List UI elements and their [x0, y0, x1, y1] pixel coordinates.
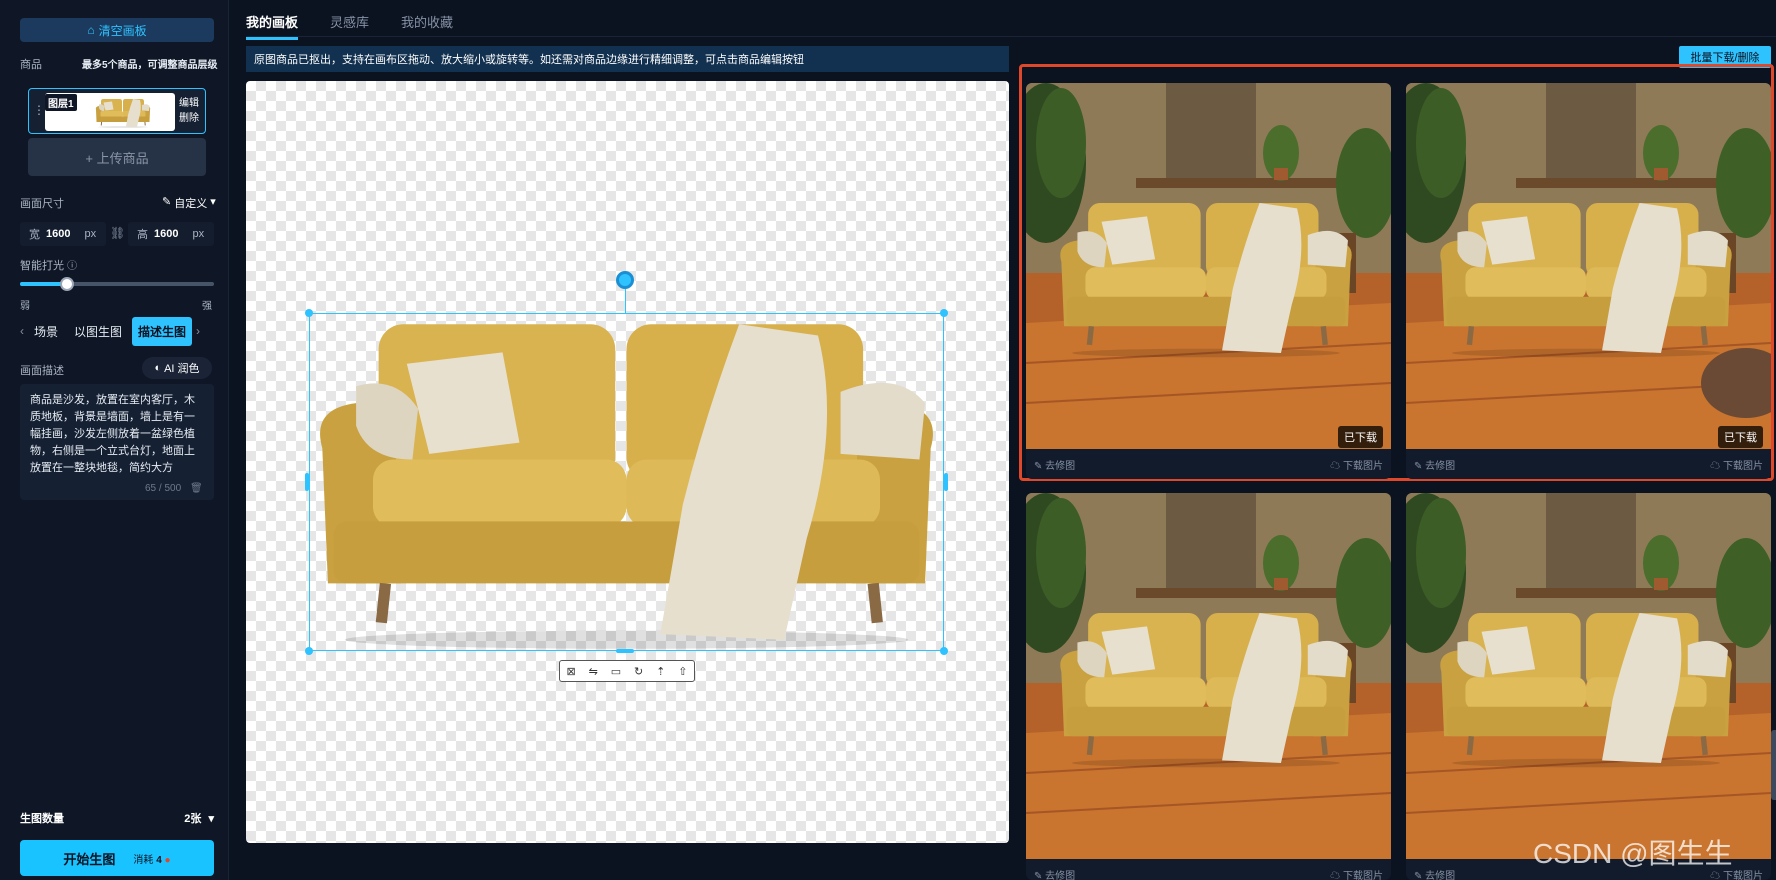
weak-label: 弱 — [20, 301, 30, 312]
description-count: 65 / 500 🗑 — [145, 483, 203, 494]
download-button[interactable]: ☁ 下载图片 — [1330, 457, 1383, 472]
edit-icon: ✎ — [1414, 870, 1426, 880]
retouch-button[interactable]: ✎ 去修图 — [1034, 457, 1075, 472]
description-label: 画面描述 — [20, 365, 64, 377]
delete-product-button[interactable]: 删除 — [179, 111, 199, 126]
resize-handle[interactable] — [305, 647, 313, 655]
chevron-left-icon[interactable]: ‹ — [20, 324, 24, 338]
edge-handle[interactable] — [616, 649, 634, 653]
resize-handle[interactable] — [940, 647, 948, 655]
downloaded-badge: 已下载 — [1718, 426, 1763, 448]
lighting-slider[interactable] — [20, 277, 214, 291]
height-field[interactable]: 高 1600 px — [128, 222, 214, 246]
chevron-down-icon: ▾ — [210, 196, 216, 208]
height-value[interactable]: 1600 — [154, 228, 178, 240]
palette-icon: ◐ — [154, 362, 162, 374]
result-card-3[interactable]: ✎ 去修图 ☁ 下载图片 — [1026, 493, 1391, 880]
trash-icon[interactable]: 🗑 — [190, 483, 203, 494]
edit-product-button[interactable]: 编辑 — [179, 96, 199, 111]
quantity-select[interactable]: 2张 ▾ — [184, 810, 214, 826]
edge-handle[interactable] — [944, 473, 948, 491]
object-toolbar: ⊠ ⇋ ▭ ↻ ⇡ ⇧ — [559, 660, 695, 682]
fit-icon[interactable]: ▭ — [611, 665, 621, 678]
slider-knob[interactable] — [59, 277, 74, 291]
download-button[interactable]: ☁ 下载图片 — [1330, 867, 1383, 880]
width-value[interactable]: 1600 — [46, 228, 70, 240]
width-field[interactable]: 宽 1600 px — [20, 222, 106, 246]
notice-bar: 原图商品已抠出，支持在画布区拖动、放大缩小或旋转等。如还需对商品边缘进行精细调整… — [246, 46, 1009, 72]
downloaded-badge: 已下载 — [1338, 426, 1383, 448]
custom-size-dropdown[interactable]: ✎ 自定义 ▾ — [162, 195, 216, 211]
rotate-handle-icon[interactable] — [616, 271, 634, 289]
download-button[interactable]: ☁ 下载图片 — [1710, 457, 1763, 472]
result-image[interactable] — [1026, 493, 1391, 859]
card-actions: ✎ 去修图 ☁ 下载图片 — [1406, 449, 1771, 479]
card-actions: ✎ 去修图 ☁ 下载图片 — [1026, 449, 1391, 479]
left-sidebar: ⌂ 清空画板 商品 最多5个商品，可调整商品层级 ⋮ 图层1 编辑 删除 + 上… — [0, 0, 229, 880]
ai-polish-button[interactable]: ◐ AI 润色 — [142, 357, 212, 379]
tabs-divider — [246, 36, 1776, 37]
card-actions: ✎ 去修图 ☁ 下载图片 — [1026, 859, 1391, 880]
upload-icon[interactable]: ⇧ — [678, 665, 687, 678]
cloud-download-icon: ☁ — [1330, 460, 1343, 472]
edge-handle[interactable] — [305, 473, 309, 491]
strong-label: 强 — [202, 301, 212, 312]
rotate-line — [625, 289, 626, 313]
selection-box[interactable] — [309, 313, 944, 651]
mode-tab-scene[interactable]: 场景 — [28, 317, 64, 346]
chevron-right-icon[interactable]: › — [196, 324, 200, 338]
mode-tab-image[interactable]: 以图生图 — [68, 317, 128, 346]
clear-canvas-button[interactable]: ⌂ 清空画板 — [20, 18, 214, 42]
products-label: 商品 — [20, 59, 42, 71]
side-panel-toggle[interactable] — [1771, 730, 1776, 800]
crop-icon[interactable]: ⊠ — [566, 665, 575, 678]
result-card-4[interactable]: ✎ 去修图 ☁ 下载图片 — [1406, 493, 1771, 880]
layer-up-icon[interactable]: ⇡ — [656, 665, 665, 678]
layer-tag: 图层1 — [45, 94, 77, 111]
quantity-label: 生图数量 — [20, 813, 64, 825]
link-ratio-icon[interactable]: ⛓ — [110, 226, 125, 240]
result-card-2[interactable]: 已下载 ✎ 去修图 ☁ 下载图片 — [1406, 83, 1771, 479]
retouch-button[interactable]: ✎ 去修图 — [1034, 867, 1075, 880]
result-image[interactable] — [1026, 83, 1391, 449]
upload-product-button[interactable]: + 上传商品 — [28, 138, 206, 176]
editing-canvas[interactable]: ⊠ ⇋ ▭ ↻ ⇡ ⇧ — [246, 81, 1009, 843]
products-hint: 最多5个商品，可调整商品层级 — [82, 60, 218, 71]
edit-icon: ✎ — [1034, 460, 1046, 472]
chevron-down-icon: ▾ — [208, 813, 214, 825]
quantity-row: 生图数量 2张 ▾ — [20, 810, 214, 826]
result-image[interactable] — [1406, 83, 1771, 449]
product-layer-item[interactable]: ⋮ 图层1 编辑 删除 — [28, 88, 206, 134]
retouch-button[interactable]: ✎ 去修图 — [1414, 867, 1455, 880]
pencil-icon: ✎ — [162, 196, 172, 208]
resize-handle[interactable] — [305, 309, 313, 317]
cost-info: 消耗 4 ● — [133, 854, 171, 866]
drag-handle-icon[interactable]: ⋮ — [33, 103, 45, 117]
cloud-download-icon: ☁ — [1330, 870, 1343, 880]
result-image[interactable] — [1406, 493, 1771, 859]
rotate-icon[interactable]: ↻ — [634, 665, 643, 678]
cloud-download-icon: ☁ — [1710, 460, 1723, 472]
edit-icon: ✎ — [1034, 870, 1046, 880]
retouch-button[interactable]: ✎ 去修图 — [1414, 457, 1455, 472]
coin-icon: ● — [164, 854, 171, 866]
resize-handle[interactable] — [940, 309, 948, 317]
result-card-1[interactable]: 已下载 ✎ 去修图 ☁ 下载图片 — [1026, 83, 1391, 479]
mode-tabs: ‹ 场景 以图生图 描述生图 › — [20, 316, 214, 346]
canvas-size-label: 画面尺寸 — [20, 198, 64, 210]
lighting-label: 智能打光 ⓘ — [20, 260, 78, 272]
product-actions: 编辑 删除 — [179, 96, 199, 126]
flip-icon[interactable]: ⇋ — [589, 665, 598, 678]
trash-icon: ⌂ — [87, 23, 95, 37]
info-icon[interactable]: ⓘ — [67, 261, 77, 272]
start-generate-button[interactable]: 开始生图 消耗 4 ● — [20, 840, 214, 876]
watermark: CSDN @图生生 — [1533, 838, 1733, 869]
mode-tab-text[interactable]: 描述生图 — [132, 316, 193, 346]
edit-icon: ✎ — [1414, 460, 1426, 472]
